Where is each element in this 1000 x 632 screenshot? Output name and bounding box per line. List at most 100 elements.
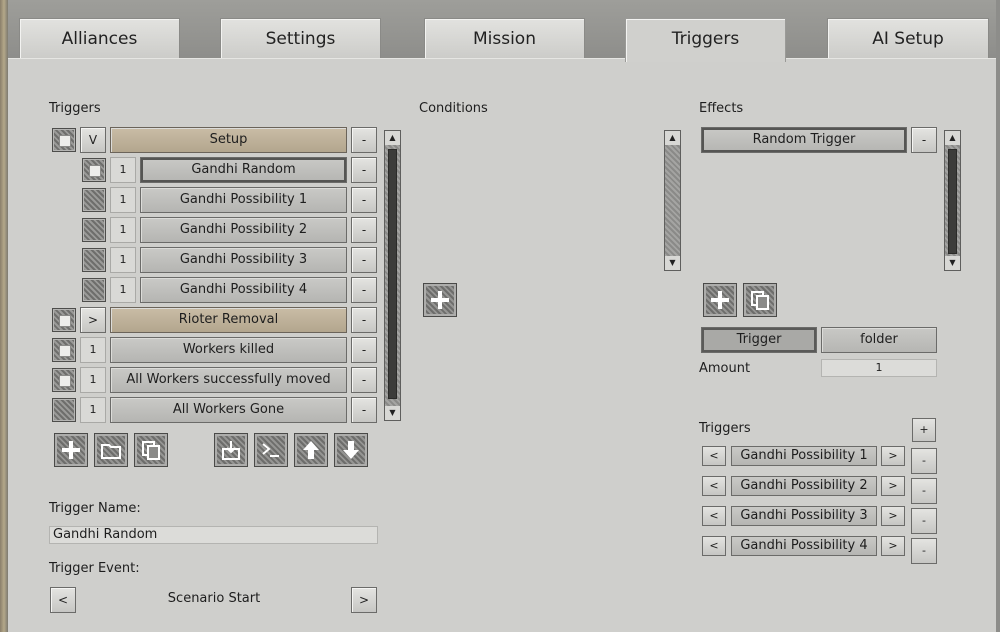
amount-input[interactable]: 1 xyxy=(821,359,937,377)
copy-trigger-button[interactable] xyxy=(134,433,168,467)
import-trigger-button[interactable] xyxy=(214,433,248,467)
effects-title: Effects xyxy=(699,101,744,116)
trigger-enabled-checkbox[interactable] xyxy=(52,308,76,332)
tab-alliances[interactable]: Alliances xyxy=(19,18,180,60)
trigger-order-number: 1 xyxy=(80,337,106,363)
remove-trigger-button[interactable]: - xyxy=(351,157,377,183)
target-trigger-row[interactable]: Gandhi Possibility 4 xyxy=(731,536,877,556)
add-trigger-button[interactable] xyxy=(54,433,88,467)
trigger-order-number: 1 xyxy=(110,157,136,183)
tab-ai-setup[interactable]: AI Setup xyxy=(827,18,989,60)
trigger-enabled-checkbox[interactable] xyxy=(82,218,106,242)
scrollbar-thumb[interactable] xyxy=(948,149,957,254)
folder-toggle-button[interactable]: > xyxy=(80,307,106,333)
add-condition-button[interactable] xyxy=(423,283,457,317)
scroll-down-arrow-icon[interactable]: ▼ xyxy=(665,256,680,270)
remove-trigger-button[interactable]: - xyxy=(351,397,377,423)
remove-trigger-button[interactable]: - xyxy=(351,217,377,243)
trigger-folder-row[interactable]: Rioter Removal xyxy=(110,307,347,333)
trigger-enabled-checkbox[interactable] xyxy=(52,338,76,362)
target-next-button[interactable]: > xyxy=(881,506,905,526)
scrollbar-thumb[interactable] xyxy=(388,149,397,399)
trigger-enabled-checkbox[interactable] xyxy=(52,128,76,152)
trigger-order-number: 1 xyxy=(80,367,106,393)
move-up-button[interactable] xyxy=(294,433,328,467)
scroll-down-arrow-icon[interactable]: ▼ xyxy=(385,406,400,420)
conditions-scrollbar[interactable]: ▲ ▼ xyxy=(664,130,681,271)
trigger-order-number: 1 xyxy=(110,247,136,273)
target-prev-button[interactable]: < xyxy=(702,446,726,466)
trigger-name-input[interactable]: Gandhi Random xyxy=(49,526,378,544)
trigger-row[interactable]: Gandhi Possibility 3 xyxy=(140,247,347,273)
copy-effect-button[interactable] xyxy=(743,283,777,317)
trigger-row[interactable]: All Workers successfully moved xyxy=(110,367,347,393)
remove-target-button[interactable]: - xyxy=(911,508,937,534)
remove-trigger-button[interactable]: - xyxy=(351,277,377,303)
scroll-up-arrow-icon[interactable]: ▲ xyxy=(665,131,680,145)
remove-target-button[interactable]: - xyxy=(911,538,937,564)
target-next-button[interactable]: > xyxy=(881,536,905,556)
move-down-icon xyxy=(343,441,359,459)
effect-triggers-label: Triggers xyxy=(699,421,751,436)
remove-trigger-button[interactable]: - xyxy=(351,307,377,333)
trigger-list-scrollbar[interactable]: ▲ ▼ xyxy=(384,130,401,421)
move-up-icon xyxy=(303,441,319,459)
add-icon xyxy=(431,291,449,309)
event-next-button[interactable]: > xyxy=(351,587,377,613)
target-trigger-row[interactable]: Gandhi Possibility 3 xyxy=(731,506,877,526)
console-button[interactable] xyxy=(254,433,288,467)
trigger-row[interactable]: Gandhi Possibility 4 xyxy=(140,277,347,303)
trigger-name-label: Trigger Name: xyxy=(49,501,141,516)
trigger-order-number: 1 xyxy=(110,217,136,243)
triggers-title: Triggers xyxy=(49,101,101,116)
trigger-enabled-checkbox[interactable] xyxy=(82,188,106,212)
add-icon xyxy=(62,441,80,459)
trigger-row[interactable]: Gandhi Possibility 2 xyxy=(140,217,347,243)
folder-mode-button[interactable]: folder xyxy=(821,327,937,353)
scroll-up-arrow-icon[interactable]: ▲ xyxy=(945,131,960,145)
target-trigger-row[interactable]: Gandhi Possibility 2 xyxy=(731,476,877,496)
scroll-up-arrow-icon[interactable]: ▲ xyxy=(385,131,400,145)
add-icon xyxy=(711,291,729,309)
trigger-enabled-checkbox[interactable] xyxy=(82,248,106,272)
target-trigger-row[interactable]: Gandhi Possibility 1 xyxy=(731,446,877,466)
trigger-enabled-checkbox[interactable] xyxy=(52,398,76,422)
remove-trigger-button[interactable]: - xyxy=(351,247,377,273)
remove-trigger-button[interactable]: - xyxy=(351,337,377,363)
target-prev-button[interactable]: < xyxy=(702,506,726,526)
target-next-button[interactable]: > xyxy=(881,446,905,466)
amount-label: Amount xyxy=(699,361,751,376)
remove-target-button[interactable]: - xyxy=(911,478,937,504)
folder-toggle-button[interactable]: V xyxy=(80,127,106,153)
remove-trigger-button[interactable]: - xyxy=(351,127,377,153)
remove-effect-button[interactable]: - xyxy=(911,127,937,153)
trigger-row[interactable]: Workers killed xyxy=(110,337,347,363)
target-prev-button[interactable]: < xyxy=(702,476,726,496)
target-next-button[interactable]: > xyxy=(881,476,905,496)
event-prev-button[interactable]: < xyxy=(50,587,76,613)
trigger-mode-button[interactable]: Trigger xyxy=(701,327,817,353)
target-prev-button[interactable]: < xyxy=(702,536,726,556)
trigger-enabled-checkbox[interactable] xyxy=(52,368,76,392)
move-down-button[interactable] xyxy=(334,433,368,467)
add-folder-button[interactable] xyxy=(94,433,128,467)
trigger-enabled-checkbox[interactable] xyxy=(82,158,106,182)
map-edge xyxy=(0,0,8,632)
effects-scrollbar[interactable]: ▲ ▼ xyxy=(944,130,961,271)
console-icon xyxy=(262,443,279,457)
trigger-row[interactable]: Gandhi Random xyxy=(140,157,347,183)
effect-item[interactable]: Random Trigger xyxy=(701,127,907,153)
tab-mission[interactable]: Mission xyxy=(424,18,585,60)
tab-settings[interactable]: Settings xyxy=(220,18,381,60)
remove-trigger-button[interactable]: - xyxy=(351,187,377,213)
scroll-down-arrow-icon[interactable]: ▼ xyxy=(945,256,960,270)
remove-trigger-button[interactable]: - xyxy=(351,367,377,393)
add-effect-button[interactable] xyxy=(703,283,737,317)
tab-triggers[interactable]: Triggers xyxy=(625,18,786,62)
remove-target-button[interactable]: - xyxy=(911,448,937,474)
trigger-row[interactable]: Gandhi Possibility 1 xyxy=(140,187,347,213)
trigger-row[interactable]: All Workers Gone xyxy=(110,397,347,423)
trigger-enabled-checkbox[interactable] xyxy=(82,278,106,302)
trigger-folder-row[interactable]: Setup xyxy=(110,127,347,153)
add-target-button[interactable]: + xyxy=(912,418,936,442)
